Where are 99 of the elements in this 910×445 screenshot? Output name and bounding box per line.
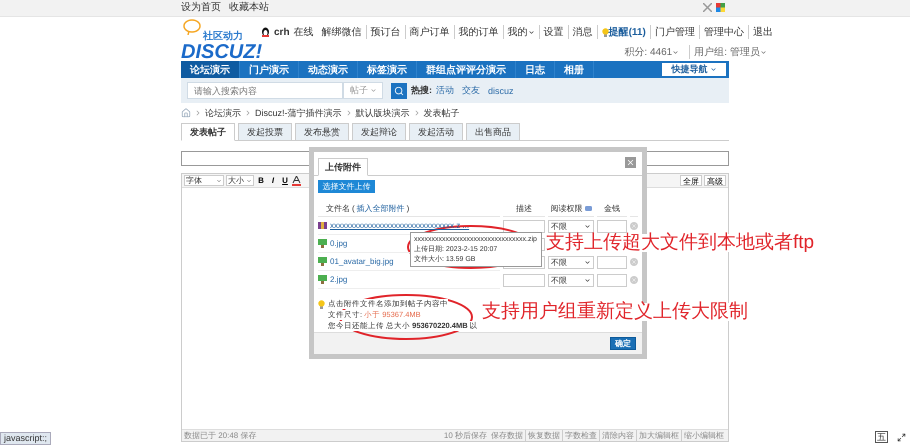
search-button[interactable] <box>391 82 407 98</box>
editor-mode-button[interactable]: 全屏 <box>680 175 702 186</box>
permission-select[interactable]: 不限 <box>548 220 594 232</box>
user-stat[interactable]: 用户组: 管理员 <box>689 45 777 59</box>
caret-icon <box>584 258 591 266</box>
bracket: ) <box>406 204 410 213</box>
editor-mode-button[interactable]: 高级 <box>704 175 726 186</box>
caret-icon <box>584 276 591 284</box>
search-field[interactable]: 请输入搜索内容 <box>187 82 343 99</box>
user-link[interactable]: 设置 <box>538 25 568 39</box>
format-button[interactable]: U <box>280 175 290 186</box>
breadcrumb-link[interactable]: 论坛演示 <box>205 106 241 120</box>
user-link[interactable]: 门户管理 <box>650 25 699 39</box>
column-header: 金钱 <box>597 201 627 217</box>
user-link[interactable]: 商户订单 <box>404 25 454 39</box>
size-select[interactable]: 大小 <box>226 175 254 186</box>
font-select[interactable]: 字体 <box>184 175 224 186</box>
money-field[interactable] <box>597 274 627 286</box>
annotation-text: 支持用户组重新定义上传大限制 <box>482 303 748 321</box>
hot-label: 热搜: <box>411 84 432 97</box>
user-link[interactable]: 退出 <box>748 25 777 39</box>
notification-link[interactable]: 提醒(11) <box>596 25 650 39</box>
format-button[interactable]: I <box>268 175 278 186</box>
image-icon <box>318 257 327 266</box>
money-field[interactable] <box>597 256 627 268</box>
user-link[interactable]: 预订台 <box>366 25 405 39</box>
caret-icon <box>584 222 591 230</box>
post-tab[interactable]: 发起活动 <box>409 123 463 140</box>
palette-icon[interactable] <box>716 3 725 12</box>
bracket: ( <box>352 204 355 213</box>
user-link[interactable]: 我的订单 <box>454 25 503 39</box>
close-button[interactable] <box>625 157 636 168</box>
post-tab[interactable]: 发布悬赏 <box>295 123 349 140</box>
caret-icon <box>246 178 252 184</box>
bulb-icon <box>602 28 609 36</box>
caret-icon <box>528 28 535 36</box>
archive-icon <box>318 221 327 230</box>
caret-icon <box>216 178 222 184</box>
annotation-text: 支持上传超大文件到本地或者ftp <box>546 234 814 252</box>
caret-icon <box>672 48 680 56</box>
breadcrumb-link[interactable]: 默认版块演示 <box>356 106 410 120</box>
help-icon <box>584 206 592 212</box>
confirm-button[interactable]: 确定 <box>610 337 636 350</box>
top-link[interactable]: 收藏本站 <box>229 0 269 16</box>
ime-indicator[interactable]: 五 <box>875 431 888 443</box>
user-link[interactable]: 消息 <box>568 25 597 39</box>
delete-icon[interactable] <box>630 258 638 266</box>
post-tab[interactable]: 发起投票 <box>238 123 292 140</box>
logo-name: DISCUZ! <box>181 43 261 61</box>
description-field[interactable] <box>503 220 545 232</box>
post-tab[interactable]: 发起辩论 <box>352 123 406 140</box>
permission-select[interactable]: 不限 <box>548 256 594 268</box>
image-icon <box>318 275 327 284</box>
search-icon <box>394 86 404 96</box>
permission-select[interactable]: 不限 <box>548 274 594 286</box>
hot-link[interactable]: 交友 <box>462 84 480 97</box>
dialog-tab[interactable]: 上传附件 <box>318 158 368 176</box>
text-color-icon[interactable] <box>292 176 301 186</box>
upload-button[interactable]: 选择文件上传 <box>318 180 375 193</box>
expand-icon[interactable] <box>897 433 906 442</box>
top-link[interactable]: 设为首页 <box>181 0 221 16</box>
status-bubble: javascript:; <box>0 432 52 445</box>
file-link[interactable]: 2.jpg <box>318 271 500 289</box>
column-header: 阅读权限 <box>548 201 594 217</box>
nav-tab[interactable]: 论坛演示 <box>181 61 240 78</box>
penguin-icon <box>261 27 270 37</box>
column-header: 描述 <box>503 201 545 217</box>
autosave-status: 数据已于 20:48 保存 <box>184 430 256 441</box>
hot-link[interactable]: discuz <box>488 86 514 96</box>
insert-all-link[interactable]: 插入全部附件 <box>356 203 405 214</box>
user-stat[interactable]: 积分: 4461 <box>620 45 690 59</box>
breadcrumb-link[interactable]: 发表帖子 <box>424 106 460 120</box>
user-link[interactable]: 管理中心 <box>698 25 748 39</box>
format-button[interactable]: B <box>256 175 266 186</box>
online-status: 在线 <box>294 26 315 39</box>
logo-tagline: 社区动力 <box>203 30 244 43</box>
caret-icon <box>710 66 716 73</box>
home-icon[interactable] <box>181 108 191 118</box>
logo-bubble-icon <box>183 19 201 35</box>
menu-link[interactable]: 我的 <box>502 25 539 39</box>
bulb-icon <box>318 300 325 309</box>
post-tab[interactable]: 发表帖子 <box>181 123 235 141</box>
post-tab[interactable]: 出售商品 <box>466 123 520 140</box>
column-header: 文件名 <box>326 203 350 214</box>
hot-link[interactable]: 活动 <box>436 84 454 97</box>
delete-icon[interactable] <box>630 222 638 230</box>
username-link[interactable]: crh <box>270 26 294 38</box>
breadcrumb-link[interactable]: Discuz!-蒲宁插件演示 <box>255 106 342 120</box>
caret-icon <box>760 48 767 56</box>
caret-icon <box>370 87 377 94</box>
description-field[interactable] <box>503 274 545 286</box>
quick-nav-button[interactable]: 快捷导航 <box>662 63 726 76</box>
delete-icon[interactable] <box>630 276 638 284</box>
close-icon <box>626 158 635 167</box>
chevron-icon <box>194 109 202 117</box>
image-icon <box>318 239 327 248</box>
chevron-icon <box>244 109 252 117</box>
money-field[interactable] <box>597 220 627 232</box>
user-link[interactable]: 解绑微信 <box>318 25 366 39</box>
